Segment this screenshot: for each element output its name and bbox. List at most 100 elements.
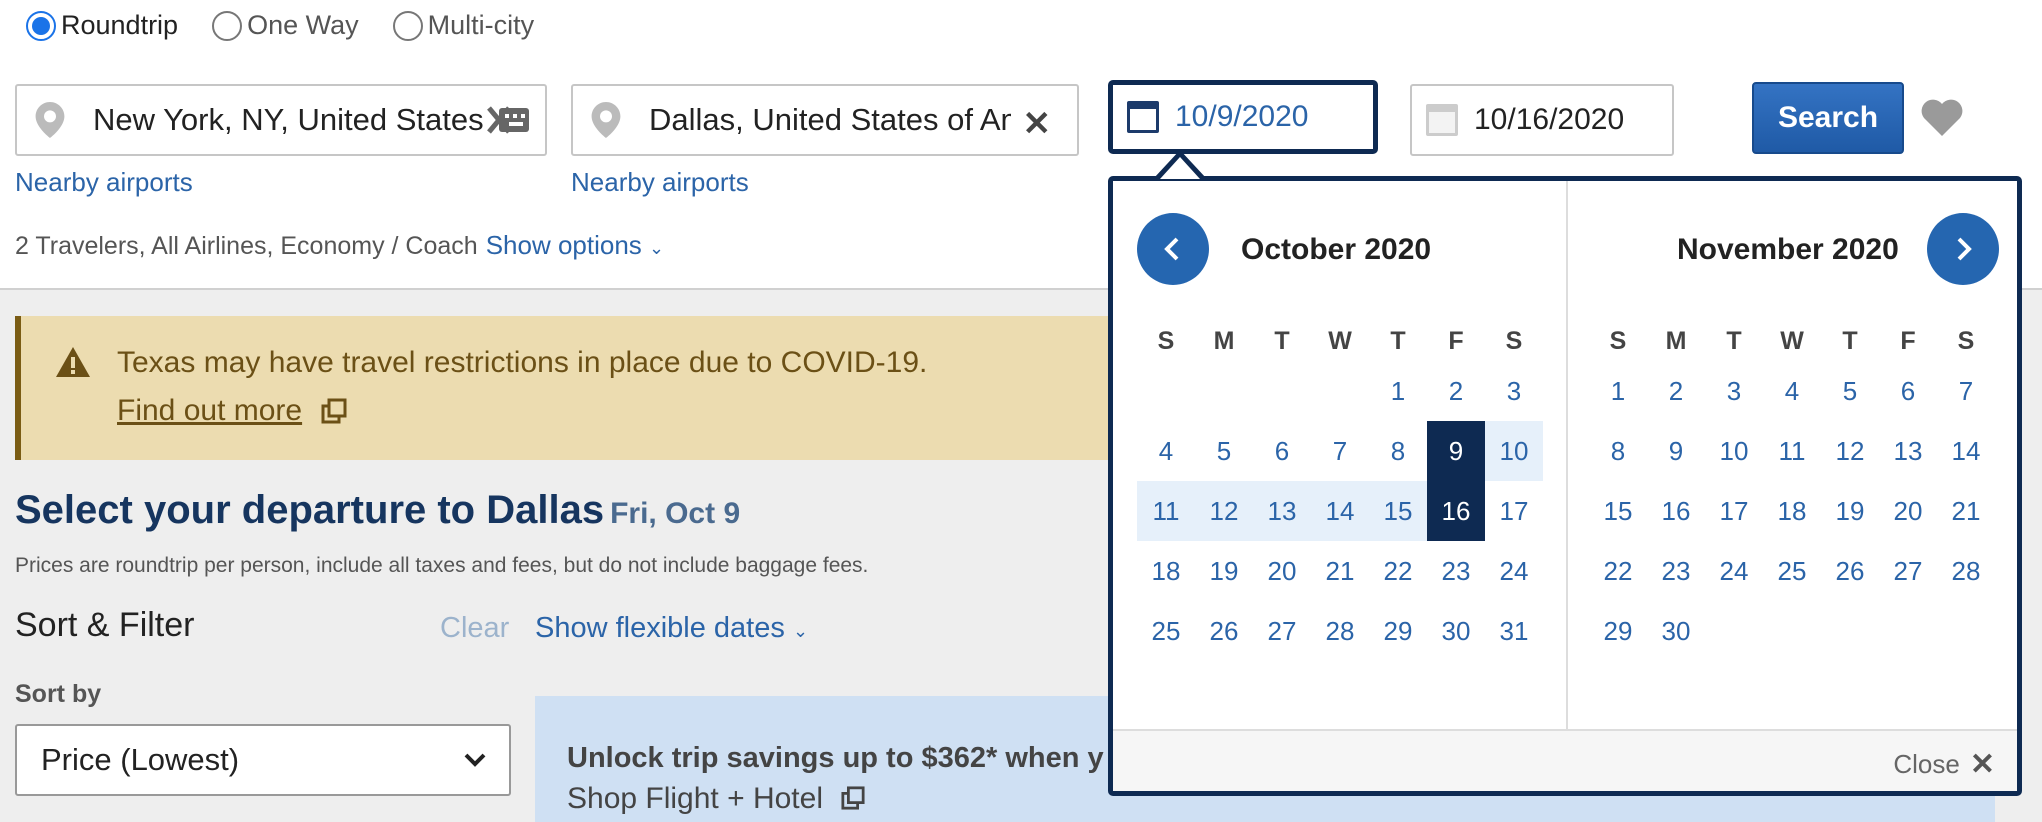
calendar-day[interactable]: 6 (1253, 421, 1311, 481)
weekday-header: T (1274, 327, 1290, 355)
destination-nearby-airports-link[interactable]: Nearby airports (571, 167, 749, 198)
calendar-day[interactable]: 9 (1427, 421, 1485, 481)
return-date-input[interactable]: 10/16/2020 (1410, 84, 1674, 156)
find-out-more-link[interactable]: Find out more (117, 394, 302, 428)
location-pin-icon (35, 102, 65, 138)
popup-footer: Close ✕ (1113, 729, 2017, 791)
calendar-day[interactable]: 21 (1311, 541, 1369, 601)
calendar-day[interactable]: 6 (1879, 361, 1937, 421)
calendar-day[interactable]: 17 (1705, 481, 1763, 541)
calendar-day[interactable]: 24 (1485, 541, 1543, 601)
show-options-link[interactable]: Show options ⌄ (486, 230, 664, 260)
calendar-day[interactable]: 27 (1253, 601, 1311, 661)
calendar-day[interactable]: 16 (1427, 481, 1485, 541)
swap-keyboard-icon[interactable] (487, 104, 531, 136)
radio-roundtrip[interactable]: Roundtrip (26, 10, 178, 41)
calendar-day[interactable]: 23 (1427, 541, 1485, 601)
radio-multi-city[interactable]: Multi-city (392, 10, 534, 41)
calendar-day[interactable]: 14 (1311, 481, 1369, 541)
calendar-day[interactable]: 26 (1821, 541, 1879, 601)
calendar-day[interactable]: 12 (1821, 421, 1879, 481)
calendar-day[interactable]: 29 (1589, 601, 1647, 661)
calendar-day[interactable]: 24 (1705, 541, 1763, 601)
calendar-day[interactable]: 26 (1195, 601, 1253, 661)
calendar-day[interactable]: 17 (1485, 481, 1543, 541)
origin-input[interactable]: New York, NY, United States (15, 84, 547, 156)
calendar-day[interactable]: 10 (1485, 421, 1543, 481)
close-button[interactable]: Close ✕ (1893, 747, 1995, 782)
promo-title: Unlock trip savings up to $362* when y (567, 742, 1104, 774)
origin-nearby-airports-link[interactable]: Nearby airports (15, 167, 193, 198)
calendar-day[interactable]: 25 (1137, 601, 1195, 661)
calendar-day[interactable]: 18 (1763, 481, 1821, 541)
destination-input[interactable]: Dallas, United States of America ✕ (571, 84, 1079, 156)
heart-icon[interactable] (1920, 98, 1964, 138)
calendar-day[interactable]: 18 (1137, 541, 1195, 601)
clear-destination-icon[interactable]: ✕ (1023, 104, 1052, 144)
calendar-day[interactable]: 28 (1937, 541, 1995, 601)
calendar-day[interactable]: 29 (1369, 601, 1427, 661)
calendar-day[interactable]: 1 (1369, 361, 1427, 421)
calendar-day[interactable]: 14 (1937, 421, 1995, 481)
calendar-day[interactable]: 20 (1253, 541, 1311, 601)
calendar-day[interactable]: 21 (1937, 481, 1995, 541)
calendar-day[interactable]: 11 (1763, 421, 1821, 481)
calendar-day[interactable]: 8 (1589, 421, 1647, 481)
calendar-day[interactable]: 15 (1369, 481, 1427, 541)
calendar-day[interactable]: 2 (1427, 361, 1485, 421)
calendar-day[interactable]: 8 (1369, 421, 1427, 481)
warning-icon (56, 347, 90, 377)
calendar-day[interactable]: 25 (1763, 541, 1821, 601)
calendar-day[interactable]: 11 (1137, 481, 1195, 541)
chevron-left-icon (1164, 237, 1179, 261)
search-button[interactable]: Search (1752, 82, 1904, 154)
calendar-day[interactable]: 31 (1485, 601, 1543, 661)
calendar-day[interactable]: 15 (1589, 481, 1647, 541)
calendar-day[interactable]: 13 (1253, 481, 1311, 541)
calendar-day[interactable]: 30 (1427, 601, 1485, 661)
calendar-day[interactable]: 19 (1195, 541, 1253, 601)
calendar-day[interactable]: 23 (1647, 541, 1705, 601)
calendar-day[interactable]: 19 (1821, 481, 1879, 541)
calendar-day[interactable]: 3 (1705, 361, 1763, 421)
sort-by-select[interactable]: Price (Lowest) (15, 724, 511, 796)
month-separator (1566, 181, 1568, 729)
close-icon: ✕ (1969, 748, 1995, 781)
month-title-october: October 2020 (1241, 233, 1432, 266)
calendar-day[interactable]: 10 (1705, 421, 1763, 481)
date-picker-popup: October 2020 November 2020 SMTWTFS123456… (1108, 176, 2022, 796)
radio-roundtrip-label: Roundtrip (61, 10, 179, 40)
sort-filter-heading: Sort & Filter (15, 606, 195, 644)
calendar-day[interactable]: 9 (1647, 421, 1705, 481)
weekday-header: M (1665, 327, 1687, 355)
radio-unchecked-icon (212, 10, 243, 41)
calendar-day[interactable]: 22 (1589, 541, 1647, 601)
calendar-day[interactable]: 4 (1763, 361, 1821, 421)
calendar-day[interactable]: 5 (1821, 361, 1879, 421)
previous-month-button[interactable] (1137, 213, 1209, 285)
alert-message: Texas may have travel restrictions in pl… (117, 346, 928, 379)
calendar-day[interactable]: 12 (1195, 481, 1253, 541)
clear-filters-link[interactable]: Clear (440, 612, 509, 645)
calendar-day[interactable]: 13 (1879, 421, 1937, 481)
calendar-day[interactable]: 4 (1137, 421, 1195, 481)
calendar-day[interactable]: 3 (1485, 361, 1543, 421)
calendar-day[interactable]: 5 (1195, 421, 1253, 481)
calendar-day[interactable]: 22 (1369, 541, 1427, 601)
calendar-day[interactable]: 16 (1647, 481, 1705, 541)
calendar-day[interactable]: 1 (1589, 361, 1647, 421)
calendar-day[interactable]: 7 (1311, 421, 1369, 481)
show-flexible-dates-link[interactable]: Show flexible dates ⌄ (535, 612, 808, 645)
calendar-day[interactable]: 30 (1647, 601, 1705, 661)
calendar-day[interactable]: 2 (1647, 361, 1705, 421)
next-month-button[interactable] (1927, 213, 1999, 285)
shop-flight-hotel-link[interactable]: Shop Flight + Hotel (567, 782, 823, 816)
calendar-day[interactable]: 7 (1937, 361, 1995, 421)
depart-date-value: 10/9/2020 (1175, 100, 1309, 133)
calendar-day[interactable]: 20 (1879, 481, 1937, 541)
calendar-day[interactable]: 27 (1879, 541, 1937, 601)
depart-date-input[interactable]: 10/9/2020 (1108, 80, 1378, 154)
weekday-header: S (1157, 327, 1175, 355)
radio-one-way[interactable]: One Way (212, 10, 359, 41)
calendar-day[interactable]: 28 (1311, 601, 1369, 661)
